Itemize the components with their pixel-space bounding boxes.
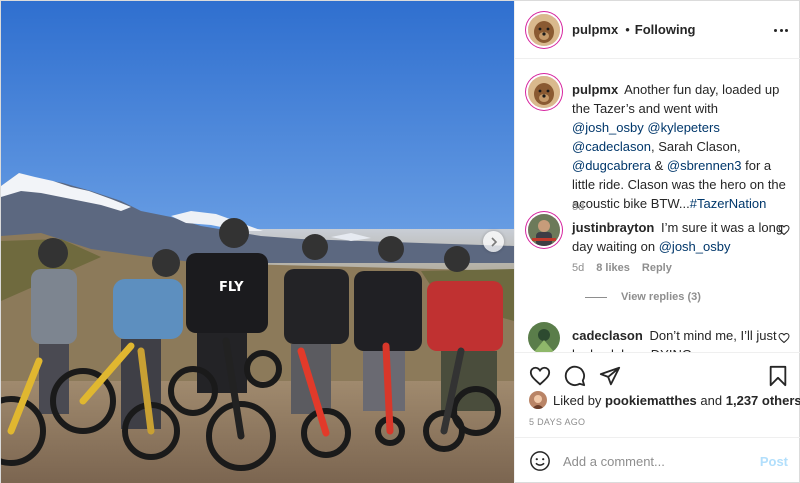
comment-text: justinbrayton I’m sure it was a long day… bbox=[572, 218, 790, 256]
mention-link[interactable]: @dugcabrera bbox=[572, 158, 651, 173]
dog-avatar-image bbox=[528, 13, 560, 46]
reply-button[interactable]: Reply bbox=[642, 262, 672, 274]
like-comment-heart-icon[interactable] bbox=[778, 332, 790, 344]
liked-by-prefix: Liked by bbox=[553, 392, 602, 408]
caption-fragment: , Sarah Clason, bbox=[650, 139, 741, 154]
chevron-right-icon bbox=[490, 236, 497, 247]
likes-count-link[interactable]: 1,237 others bbox=[726, 393, 800, 408]
caption-fragment: & bbox=[650, 158, 667, 173]
avatar[interactable] bbox=[528, 214, 560, 246]
view-replies-label: View replies (3) bbox=[621, 291, 701, 303]
user-avatar-image bbox=[528, 214, 560, 246]
avatar[interactable] bbox=[528, 13, 560, 46]
comment-meta: 5d 8 likes Reply bbox=[572, 262, 672, 274]
comment-likes[interactable]: 8 likes bbox=[596, 262, 630, 274]
comment-input[interactable] bbox=[563, 453, 753, 469]
timestamp[interactable]: 5d bbox=[572, 262, 584, 274]
user-avatar-image bbox=[529, 391, 547, 409]
emoji-icon[interactable] bbox=[529, 450, 551, 472]
divider bbox=[585, 296, 607, 298]
comments-list[interactable]: pulpmx Another fun day, loaded up the Ta… bbox=[515, 60, 800, 352]
group-of-mountain-bikers-image: FLY bbox=[1, 1, 514, 483]
view-replies-button[interactable]: View replies (3) bbox=[585, 291, 701, 303]
liked-by-user-link[interactable]: pookiematthes bbox=[605, 393, 697, 408]
share-icon[interactable] bbox=[599, 365, 621, 387]
post-header: pulpmx • Following bbox=[515, 1, 800, 59]
caption-username[interactable]: pulpmx bbox=[572, 82, 618, 97]
mention-link[interactable]: @josh_osby bbox=[659, 239, 731, 254]
post-button[interactable]: Post bbox=[760, 454, 788, 469]
mention-link[interactable]: @josh_osby bbox=[572, 120, 644, 135]
following-button[interactable]: Following bbox=[635, 22, 696, 37]
action-bar: Liked by pookiematthes and 1,237 others … bbox=[515, 352, 800, 432]
add-comment-bar: Post bbox=[515, 437, 800, 483]
comment-username[interactable]: cadeclason bbox=[572, 328, 643, 343]
dog-avatar-image bbox=[528, 76, 560, 108]
mention-link[interactable]: @kylepeters bbox=[647, 120, 719, 135]
timestamp[interactable]: 5d bbox=[572, 201, 584, 213]
comment-username[interactable]: justinbrayton bbox=[572, 220, 654, 235]
heart-icon[interactable] bbox=[529, 365, 551, 387]
hashtag-link[interactable]: #TazerNation bbox=[690, 196, 767, 211]
caption-text: pulpmx Another fun day, loaded up the Ta… bbox=[572, 80, 790, 213]
next-photo-button[interactable] bbox=[483, 231, 504, 252]
mention-link[interactable]: @cadeclason bbox=[572, 139, 651, 154]
caption: pulpmx Another fun day, loaded up the Ta… bbox=[528, 76, 790, 213]
comment-icon[interactable] bbox=[564, 365, 586, 387]
avatar[interactable] bbox=[528, 322, 560, 352]
mention-link[interactable]: @sbrennen3 bbox=[667, 158, 742, 173]
post-timestamp[interactable]: 5 DAYS AGO bbox=[529, 417, 585, 427]
username-link[interactable]: pulpmx bbox=[572, 22, 618, 37]
post-photo[interactable]: FLY bbox=[1, 1, 514, 483]
user-avatar-image bbox=[528, 322, 560, 352]
avatar[interactable] bbox=[529, 391, 547, 409]
avatar[interactable] bbox=[528, 76, 560, 108]
instagram-post: FLY pulpmx • Following pulpmx Another fu… bbox=[0, 0, 800, 483]
comment: cadeclason Don’t mind me, I’ll just be b… bbox=[528, 322, 790, 352]
separator-dot: • bbox=[625, 22, 630, 37]
like-comment-heart-icon[interactable] bbox=[778, 224, 790, 236]
comment-text: cadeclason Don’t mind me, I’ll just be b… bbox=[572, 326, 790, 352]
liked-by-and: and bbox=[700, 392, 723, 408]
comment: justinbrayton I’m sure it was a long day… bbox=[528, 214, 790, 304]
svg-text:FLY: FLY bbox=[219, 280, 244, 295]
more-options-icon[interactable] bbox=[774, 23, 788, 37]
liked-by: Liked by pookiematthes and 1,237 others bbox=[529, 391, 800, 409]
caption-meta: 5d bbox=[572, 201, 584, 213]
bookmark-icon[interactable] bbox=[768, 365, 788, 387]
post-side-panel: pulpmx • Following pulpmx Another fun da… bbox=[514, 1, 800, 483]
